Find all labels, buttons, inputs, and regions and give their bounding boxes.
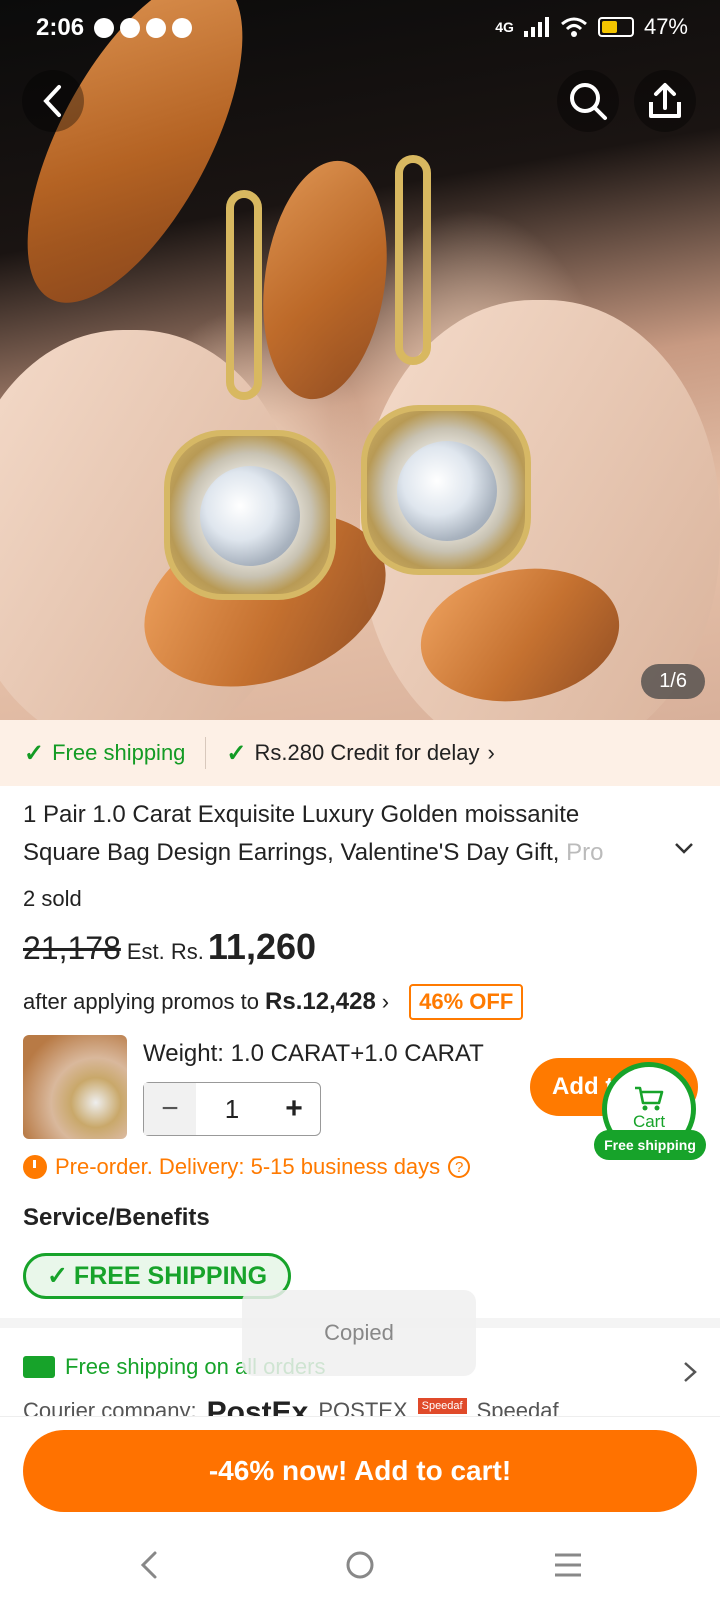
current-price: 11,260 (207, 926, 317, 967)
promo-line[interactable]: after applying promos to Rs.12,428 › 46%… (23, 984, 524, 1020)
status-time: 2:06 (36, 14, 85, 41)
nav-menu-icon[interactable] (553, 1552, 583, 1578)
shipping-strip[interactable]: ✓ Free shipping ✓ Rs.280 Credit for dela… (0, 720, 720, 786)
product-image[interactable]: 2:06 4G 47% 1/6 (0, 0, 720, 720)
share-icon (649, 83, 681, 118)
divider (205, 737, 207, 769)
free-shipping-tag: ✓ Free shipping (24, 739, 186, 767)
speedaf-logo: Speedaf (417, 1398, 467, 1414)
original-price: 21,178 (23, 930, 121, 966)
decrease-button[interactable]: − (144, 1083, 196, 1135)
chevron-down-icon[interactable] (674, 838, 694, 858)
increase-button[interactable]: + (268, 1083, 320, 1135)
search-button[interactable] (557, 70, 619, 132)
cart-free-shipping-badge: Free shipping (594, 1130, 706, 1160)
quantity-stepper: − 1 + (143, 1082, 321, 1136)
sold-count: 2 sold (23, 886, 82, 911)
signal-icon: 4G (495, 19, 514, 35)
help-icon[interactable]: ? (448, 1156, 471, 1178)
clock-icon (23, 1155, 47, 1179)
nav-home-icon[interactable] (345, 1550, 375, 1580)
est-label: Est. Rs. (126, 939, 204, 964)
earring-left (160, 190, 340, 620)
cart-label: Cart (632, 1112, 666, 1131)
add-to-cart-cta[interactable]: -46% now! Add to cart! (23, 1430, 697, 1512)
quantity-value[interactable]: 1 (196, 1094, 268, 1125)
status-bar: 2:06 4G 47% (0, 0, 720, 58)
chevron-right-icon: › (381, 989, 390, 1014)
truck-icon (23, 1356, 55, 1378)
system-nav-bar (0, 1518, 720, 1612)
courier-row: Courier company: PostEx POSTEX Speedaf S… (23, 1398, 559, 1416)
check-icon: ✓ (46, 1262, 68, 1290)
variant-thumbnail[interactable] (23, 1035, 127, 1139)
price-line: 21,178 Est. Rs. 11,260 (23, 926, 316, 968)
chevron-right-icon[interactable] (680, 1360, 700, 1384)
battery-icon (597, 17, 634, 37)
signal-bars-icon (523, 17, 549, 37)
delay-credit-link[interactable]: ✓ Rs.280 Credit for delay › (226, 739, 494, 768)
promo-price: Rs.12,428 (265, 988, 376, 1015)
earring-right (355, 155, 535, 595)
check-icon: ✓ (226, 739, 247, 767)
postex-logo: PostEx (206, 1398, 309, 1416)
service-heading: Service/Benefits (23, 1204, 210, 1231)
search-icon (570, 83, 607, 120)
battery-percent: 47% (643, 14, 688, 39)
check-icon: ✓ (24, 739, 45, 767)
back-button[interactable] (22, 70, 84, 132)
share-button[interactable] (634, 70, 696, 132)
nav-back-icon[interactable] (138, 1550, 160, 1580)
discount-badge: 46% OFF (409, 984, 524, 1020)
back-arrow-icon (43, 85, 61, 117)
wifi-icon (560, 17, 587, 37)
status-right: 4G 47% (495, 14, 688, 40)
cart-icon (635, 1086, 664, 1111)
product-title[interactable]: 1 Pair 1.0 Carat Exquisite Luxury Golden… (23, 796, 653, 872)
notification-icons (94, 18, 192, 38)
variant-weight[interactable]: Weight: 1.0 CARAT+1.0 CARAT (143, 1040, 484, 1068)
copied-toast: Copied (242, 1290, 476, 1376)
chevron-right-icon: › (487, 740, 495, 765)
image-counter: 1/6 (641, 664, 705, 699)
preorder-info[interactable]: Pre-order. Delivery: 5-15 business days … (23, 1154, 471, 1180)
